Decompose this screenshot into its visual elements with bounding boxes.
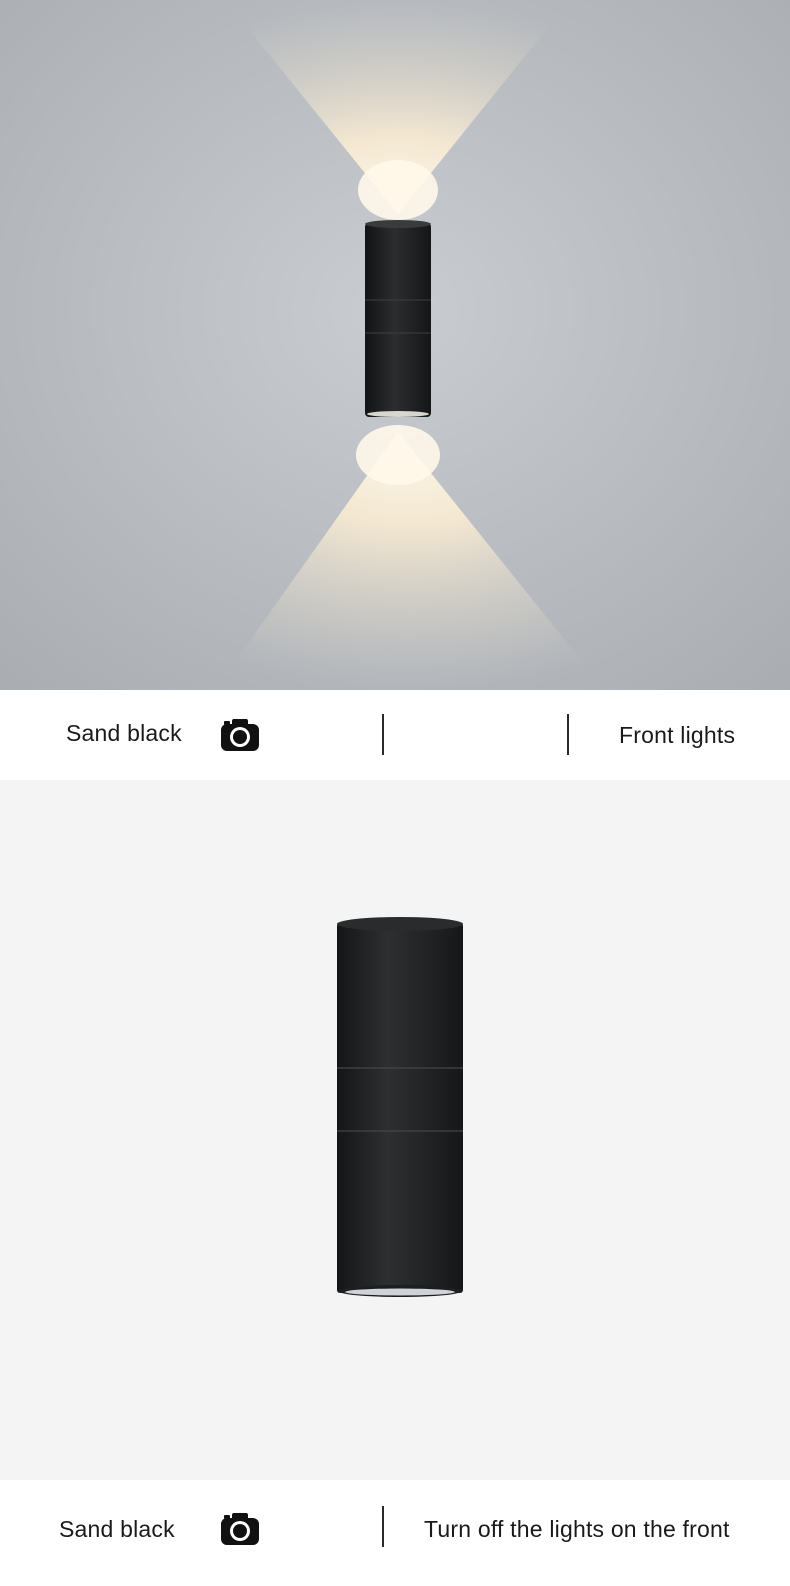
- divider: [382, 1506, 384, 1547]
- lamp-lit-illustration: [0, 0, 790, 690]
- mode-label: Turn off the lights on the front: [424, 1516, 730, 1542]
- mode-label: Front lights: [619, 722, 736, 748]
- caption-row-front-lights: Sand black Front lights: [0, 690, 790, 780]
- camera-icon: [220, 718, 260, 752]
- camera-icon: [220, 1512, 260, 1546]
- lamp-unlit-illustration: [0, 780, 790, 1480]
- lamp-on-wall-photo: [0, 0, 790, 690]
- lamp-product-photo: [0, 780, 790, 1480]
- divider: [382, 714, 384, 755]
- caption-row-lights-off: Sand black Turn off the lights on the fr…: [0, 1480, 790, 1586]
- finish-label: Sand black: [66, 720, 182, 746]
- divider: [567, 714, 569, 755]
- finish-label: Sand black: [59, 1516, 175, 1542]
